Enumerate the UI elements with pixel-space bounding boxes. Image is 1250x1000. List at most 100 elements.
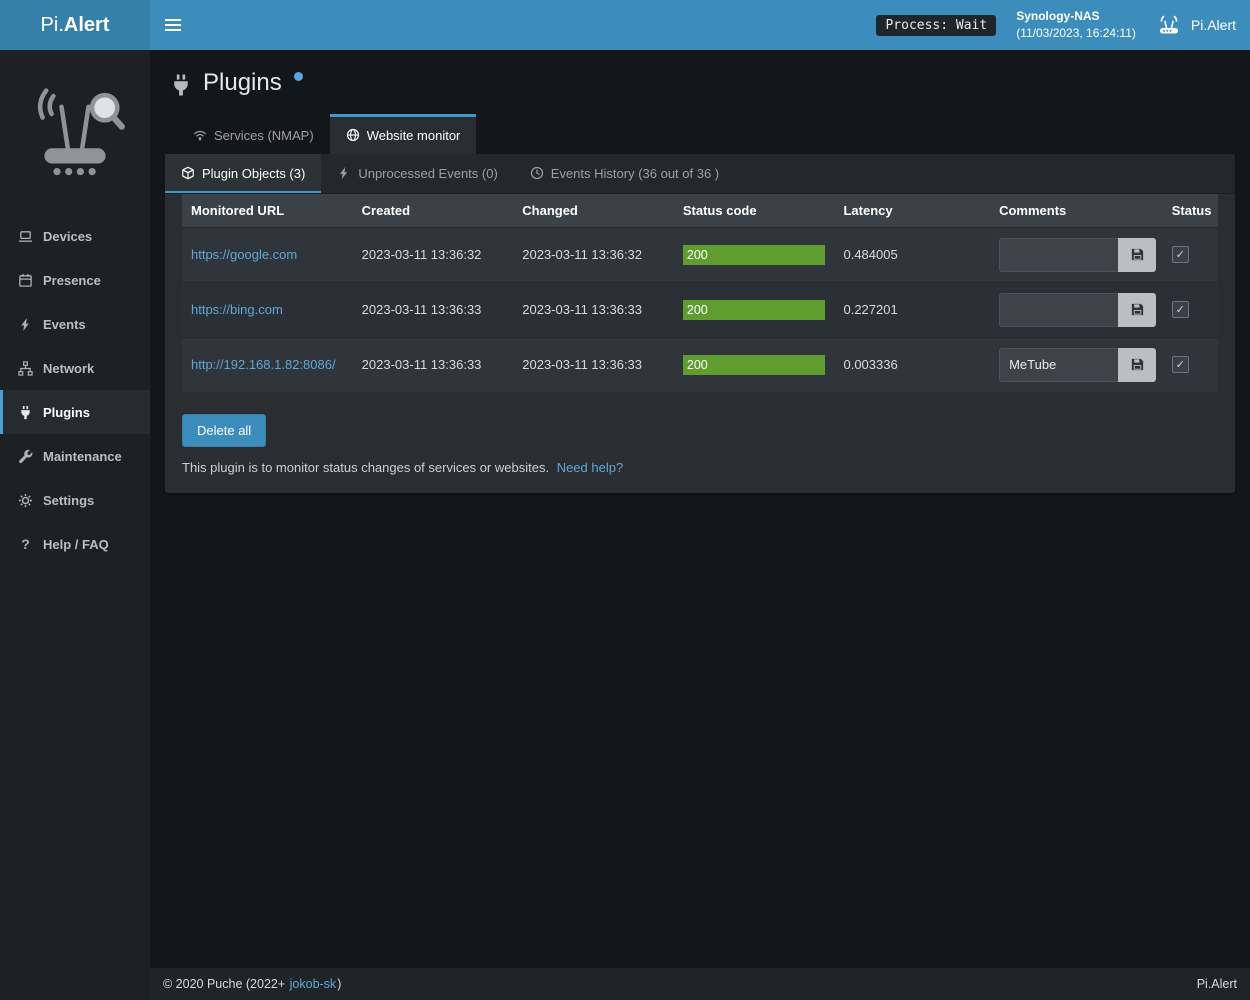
calendar-icon [18,273,33,288]
plugin-description-text: This plugin is to monitor status changes… [182,460,549,475]
website-monitor-panel: Plugin Objects (3) Unprocessed Events (0… [165,154,1235,493]
app-id: Pi.Alert [1156,12,1236,38]
wrench-icon [18,449,33,464]
sidebar-item-settings[interactable]: Settings [0,478,150,522]
monitored-url-link[interactable]: https://bing.com [191,302,283,317]
save-button[interactable] [1118,348,1156,382]
footer: © 2020 Puche (2022+ jokob-sk) Pi.Alert [150,968,1250,1000]
created-cell: 2023-03-11 13:36:32 [353,227,514,282]
signal-icon [193,128,207,142]
network-icon [18,361,33,376]
question-icon: ? [18,537,33,552]
plugin-inner-tabs: Plugin Objects (3) Unprocessed Events (0… [165,154,1235,194]
sidebar-item-events[interactable]: Events [0,302,150,346]
save-button[interactable] [1118,293,1156,327]
col-created: Created [353,194,514,228]
tab-services-nmap[interactable]: Services (NMAP) [177,114,330,154]
sidebar: Devices Presence Events Network Plugins … [0,50,150,1000]
sidebar-item-label: Maintenance [43,449,122,464]
globe-icon [346,128,360,142]
app-logo-text-bold: Alert [64,14,110,37]
comment-input[interactable] [999,348,1118,382]
sidebar-menu: Devices Presence Events Network Plugins … [0,214,150,566]
top-nav: Process: Wait Synology-NAS (11/03/2023, … [150,0,1250,50]
latency-cell: 0.484005 [834,227,990,282]
col-changed: Changed [513,194,674,228]
col-monitored-url: Monitored URL [182,194,353,228]
comment-group [999,348,1156,382]
save-button[interactable] [1118,238,1156,272]
sidebar-logo [0,50,150,206]
sidebar-item-maintenance[interactable]: Maintenance [0,434,150,478]
sidebar-item-label: Plugins [43,405,90,420]
changed-cell: 2023-03-11 13:36:32 [513,227,674,282]
plug-icon [18,405,33,420]
comment-input[interactable] [999,238,1118,272]
tab-label: Unprocessed Events (0) [358,166,497,181]
app-logo[interactable]: Pi.Alert [0,0,150,50]
status-checkbox[interactable] [1172,356,1189,373]
created-cell: 2023-03-11 13:36:33 [353,282,514,337]
monitored-url-link[interactable]: http://192.168.1.82:8086/ [191,357,336,372]
sidebar-item-network[interactable]: Network [0,346,150,390]
plugin-objects-table: Monitored URL Created Changed Status cod… [182,194,1218,392]
monitored-url-link[interactable]: https://google.com [191,247,297,262]
footer-copyright-prefix: © 2020 Puche (2022+ [163,977,285,991]
sidebar-item-help[interactable]: ? Help / FAQ [0,522,150,566]
laptop-icon [18,229,33,244]
need-help-link[interactable]: Need help? [557,460,624,475]
tab-label: Events History (36 out of 36 ) [551,166,719,181]
tab-label: Website monitor [367,128,461,143]
jokob-sk-link[interactable]: jokob-sk [290,977,337,991]
sidebar-item-label: Network [43,361,94,376]
sidebar-item-devices[interactable]: Devices [0,214,150,258]
footer-copyright: © 2020 Puche (2022+ jokob-sk) [163,977,341,991]
plugin-tabs: Services (NMAP) Website monitor [177,114,1235,154]
host-info: Synology-NAS (11/03/2023, 16:24:11) [1016,8,1136,42]
delete-all-button[interactable]: Delete all [182,414,266,447]
app-logo-text: Pi. [41,14,64,37]
top-bar: Pi.Alert Process: Wait Synology-NAS (11/… [0,0,1250,50]
host-name: Synology-NAS [1016,8,1136,25]
comment-group [999,293,1156,327]
plugin-description: This plugin is to monitor status changes… [165,447,1235,493]
save-icon [1130,302,1145,317]
latency-cell: 0.003336 [834,337,990,392]
status-code-bar: 200 [683,245,826,265]
sidebar-item-label: Help / FAQ [43,537,109,552]
footer-app-name: Pi.Alert [1197,977,1237,991]
tab-events-history[interactable]: Events History (36 out of 36 ) [514,154,735,193]
page-header: Plugins [169,66,1235,100]
info-badge[interactable] [294,72,303,81]
plug-icon [169,73,193,97]
tab-label: Plugin Objects (3) [202,166,305,181]
save-icon [1130,357,1145,372]
clock-icon [530,166,544,180]
plugin-objects-table-wrap: Monitored URL Created Changed Status cod… [165,194,1235,392]
footer-copyright-suffix: ) [337,977,341,991]
sidebar-item-plugins[interactable]: Plugins [0,390,150,434]
tab-plugin-objects[interactable]: Plugin Objects (3) [165,154,321,193]
tab-unprocessed-events[interactable]: Unprocessed Events (0) [321,154,513,193]
status-checkbox[interactable] [1172,301,1189,318]
hamburger-icon[interactable] [150,0,196,50]
table-row: http://192.168.1.82:8086/ 2023-03-11 13:… [182,337,1218,392]
changed-cell: 2023-03-11 13:36:33 [513,337,674,392]
pialert-logo-graphic [21,78,129,186]
sidebar-item-label: Settings [43,493,94,508]
top-nav-right: Process: Wait Synology-NAS (11/03/2023, … [876,8,1250,42]
status-code-bar: 200 [683,355,826,375]
bolt-icon [18,317,33,332]
app-name-text: Pi.Alert [1191,17,1236,33]
sidebar-item-presence[interactable]: Presence [0,258,150,302]
pialert-app: Pi.Alert Process: Wait Synology-NAS (11/… [0,0,1250,1000]
comment-input[interactable] [999,293,1118,327]
latency-cell: 0.227201 [834,282,990,337]
status-checkbox[interactable] [1172,246,1189,263]
page-title: Plugins [203,66,282,100]
col-latency: Latency [834,194,990,228]
cube-icon [181,166,195,180]
tab-website-monitor[interactable]: Website monitor [330,114,477,154]
changed-cell: 2023-03-11 13:36:33 [513,282,674,337]
table-header-row: Monitored URL Created Changed Status cod… [182,194,1218,228]
